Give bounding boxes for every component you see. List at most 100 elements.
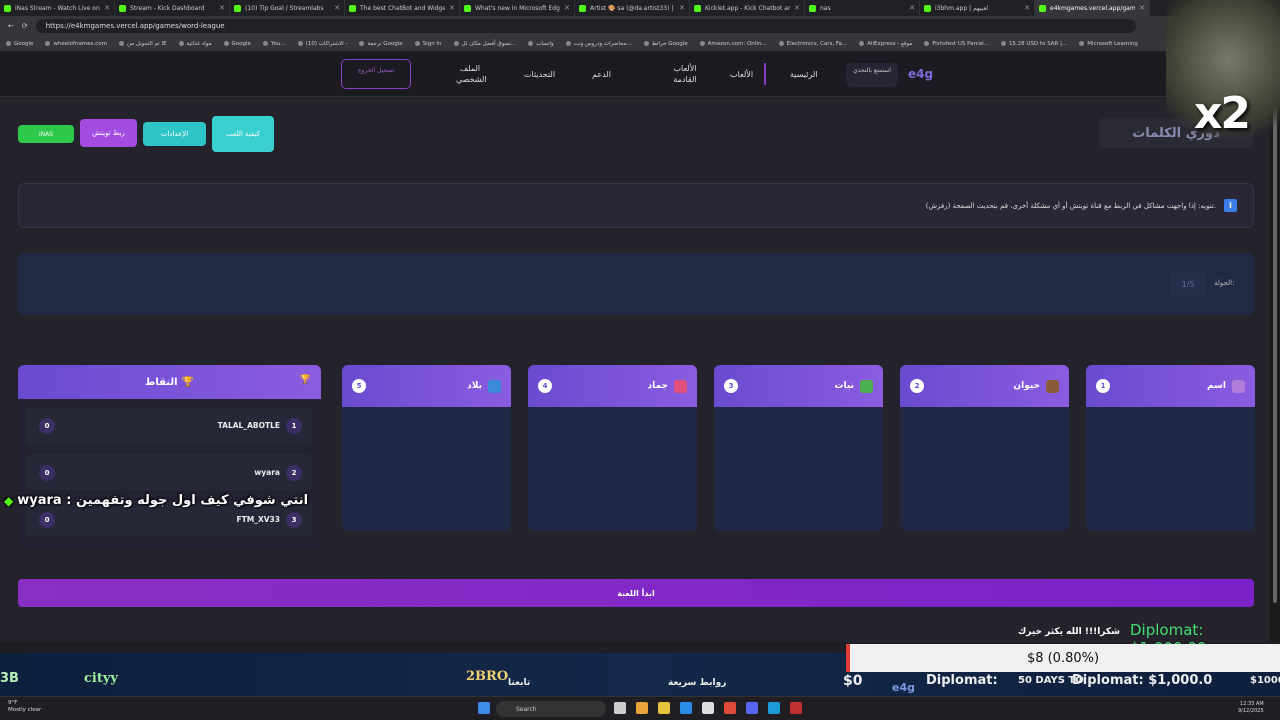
category-header: 5 بلاد — [342, 365, 511, 407]
ticker-left: 3B — [0, 671, 19, 686]
tab-favicon-icon — [694, 4, 701, 12]
start-game-button[interactable]: ابدأ اللعبة — [18, 579, 1254, 607]
bookmark-item[interactable]: تم التحويل من IE — [119, 41, 167, 47]
category-title: نبات — [835, 379, 873, 393]
how-to-play-button[interactable]: كيفية اللعب — [212, 116, 274, 152]
site-nav: e4g استمتع بالتحدي الرئيسية الألعاب الأل… — [0, 53, 1270, 97]
close-icon[interactable]: ✕ — [1024, 4, 1030, 12]
x2-label: x2 — [1194, 88, 1251, 139]
url-field[interactable]: https://e4kmgames.vercel.app/games/word-… — [35, 19, 1136, 33]
nav-updates[interactable]: التحديثات — [524, 69, 555, 80]
browser-tab[interactable]: Artist 🎨 sa (@da.artist33) | Tik ✕ — [575, 0, 690, 16]
user-badge[interactable]: iNAS — [18, 125, 74, 143]
close-icon[interactable]: ✕ — [334, 4, 340, 12]
scrollbar-thumb[interactable] — [1273, 73, 1277, 603]
bookmark-item[interactable]: مواد غذائية — [179, 41, 212, 47]
nav-upcoming[interactable]: الألعاب القادمة — [668, 63, 702, 85]
reload-icon[interactable]: ⟳ — [22, 22, 28, 30]
close-icon[interactable]: ✕ — [449, 4, 455, 12]
tab-favicon-icon — [579, 4, 586, 12]
logout-button[interactable]: تسجيل الخروج — [341, 59, 411, 89]
bookmark-item[interactable]: You... — [263, 41, 286, 47]
bookmark-item[interactable]: Microsoft Learning — [1079, 41, 1138, 47]
browser-tab[interactable]: i3bhm.app | لعبيهم ✕ — [920, 0, 1035, 16]
diplomat-a: Diplomat: — [926, 673, 998, 688]
score-row: 0 TALAL_ABOTLE 1 — [26, 407, 312, 443]
windows-start-icon[interactable] — [478, 702, 490, 714]
bookmark-item[interactable]: تسوق أفضل مكان لل... — [454, 41, 517, 47]
settings-button[interactable]: الإعدادات — [143, 122, 206, 146]
category-title: حيوان — [1013, 379, 1059, 393]
browser-tab[interactable]: The best ChatBot and Widgets ✕ — [345, 0, 460, 16]
bookmark-item[interactable]: Sign In — [415, 41, 442, 47]
close-icon[interactable]: ✕ — [909, 4, 915, 12]
bookmark-item[interactable]: Electronics, Cars, Fa... — [779, 41, 848, 47]
obs-icon[interactable] — [790, 702, 802, 714]
close-icon[interactable]: ✕ — [1139, 4, 1145, 12]
tab-title: Kicklet.app - Kick Chatbot and — [705, 4, 791, 12]
score-row: 0 wyara 2 — [26, 454, 312, 490]
taskbar-search[interactable]: Search — [496, 701, 606, 717]
challenge-button[interactable]: استمتع بالتحدي — [846, 63, 898, 87]
back-icon[interactable]: ← — [8, 22, 14, 30]
close-icon[interactable]: ✕ — [219, 4, 225, 12]
nav-games[interactable]: الألعاب — [730, 69, 753, 80]
browser-tab[interactable]: e4kmgames.vercel.app/games/✕ — [1035, 0, 1150, 16]
browser-tab[interactable]: What's new in Microsoft Edge ✕ — [460, 0, 575, 16]
bookmark-item[interactable]: خرائط Google — [644, 41, 688, 47]
category-icon — [488, 379, 501, 393]
bookmark-item[interactable]: (10) الاشتراكات - — [298, 41, 348, 47]
scoreboard-title: النقاط — [144, 376, 178, 388]
bookmark-item[interactable]: Amazon.com: Onlin... — [700, 41, 767, 47]
bookmark-item[interactable]: wheelofnames.com — [45, 41, 107, 47]
twitch-link-button[interactable]: ربط تويتش — [80, 119, 137, 147]
notice-text: تنويه: إذا واجهت مشاكل في الربط مع قناة … — [925, 201, 1216, 210]
chat-overlay: ◆ wyara : انتي شوفي كيف اول جوله وتفهمين — [4, 493, 308, 508]
bookmark-item[interactable]: محاضرات ودروس ونت... — [566, 41, 632, 47]
discord-icon[interactable] — [746, 702, 758, 714]
weather-temp: 9°F — [8, 700, 18, 706]
bookmark-item[interactable]: Google — [224, 41, 251, 47]
close-icon[interactable]: ✕ — [679, 4, 685, 12]
close-icon[interactable]: ✕ — [564, 4, 570, 12]
category-name: حيوان — [1013, 381, 1040, 391]
bookmark-item[interactable]: AliExpress - موقع — [859, 41, 912, 47]
category-name: بلاد — [467, 381, 482, 391]
browser-tab[interactable]: Stream - Kick Dashboard ✕ — [115, 0, 230, 16]
brave-icon[interactable] — [724, 702, 736, 714]
browser-tab[interactable]: (10) Tip Goal / Streamlabs ✕ — [230, 0, 345, 16]
round-label: الجولة: — [1214, 279, 1235, 287]
edge-icon[interactable] — [680, 702, 692, 714]
browser-tab[interactable]: Kicklet.app - Kick Chatbot and ✕ — [690, 0, 805, 16]
category-card: 2 حيوان — [900, 365, 1069, 531]
task-view-icon[interactable] — [614, 702, 626, 714]
store-icon[interactable] — [702, 702, 714, 714]
clock[interactable]: 12:33 AM 9/12/2025 — [1238, 701, 1264, 715]
close-icon[interactable]: ✕ — [794, 4, 800, 12]
bookmark-item[interactable]: واتساب — [528, 41, 553, 47]
nav-home[interactable]: الرئيسية — [790, 69, 818, 80]
clock-date: 9/12/2025 — [1238, 708, 1264, 714]
nav-support[interactable]: الدعم — [592, 69, 611, 80]
category-number: 5 — [352, 379, 366, 393]
tab-title: iNas Stream - Watch Live on Ki — [15, 4, 101, 12]
browser-tab[interactable]: iNas Stream - Watch Live on Ki ✕ — [0, 0, 115, 16]
nav-profile[interactable]: الملف الشخصي — [456, 63, 487, 85]
tab-favicon-icon — [119, 4, 126, 12]
telegram-icon[interactable] — [768, 702, 780, 714]
bookmark-item[interactable]: Fishsfest US Parcel... — [924, 41, 989, 47]
tab-favicon-icon — [809, 4, 816, 12]
file-explorer-icon[interactable] — [658, 702, 670, 714]
category-icon — [674, 379, 687, 393]
site-logo[interactable]: e4g — [908, 67, 933, 81]
player-name: FTM_XV33 — [236, 515, 280, 524]
bookmark-item[interactable]: ترجمة Google — [359, 41, 402, 47]
browser-tab[interactable]: nas ✕ — [805, 0, 920, 16]
close-icon[interactable]: ✕ — [104, 4, 110, 12]
notice-banner: تنويه: إذا واجهت مشاكل في الربط مع قناة … — [18, 183, 1254, 228]
weather-widget[interactable]: 9°F Mostly clear — [8, 700, 41, 714]
chrome-icon[interactable] — [636, 702, 648, 714]
category-number: 4 — [538, 379, 552, 393]
bookmark-item[interactable]: 15.28 USD to SAR |... — [1001, 41, 1067, 47]
bookmark-item[interactable]: Google — [6, 41, 33, 47]
